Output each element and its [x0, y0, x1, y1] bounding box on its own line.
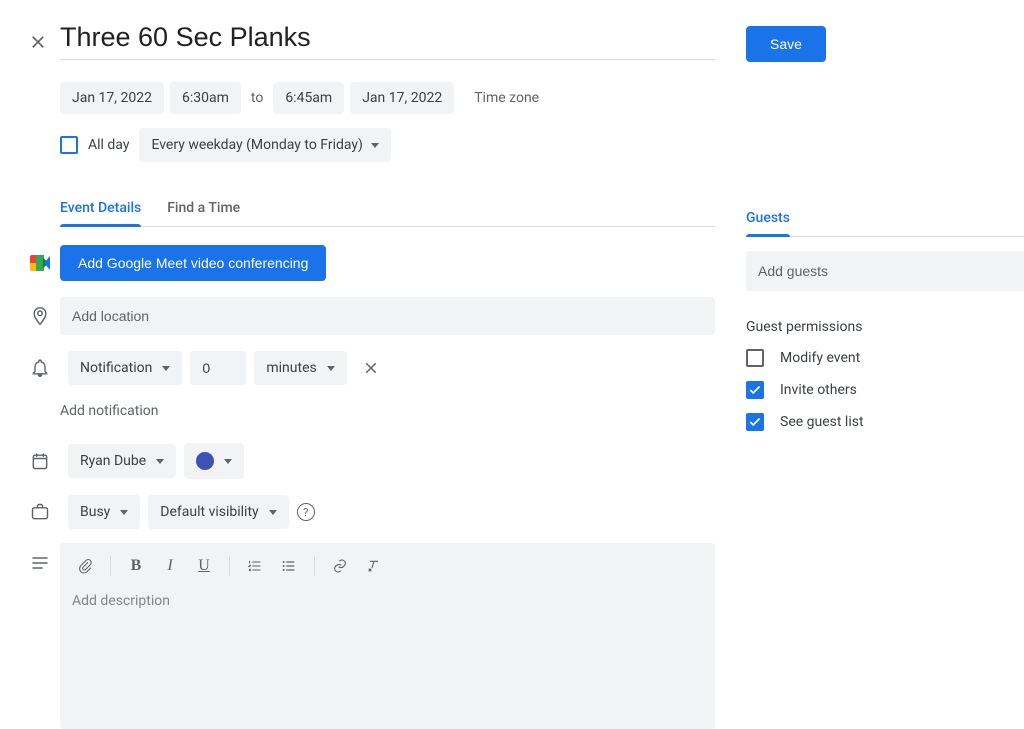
check-icon: [748, 415, 762, 429]
attach-button[interactable]: [70, 551, 100, 581]
chevron-down-icon: [120, 510, 128, 515]
separator: [314, 556, 315, 576]
calendar-owner-value: Ryan Dube: [80, 453, 146, 469]
briefcase-icon: [30, 502, 50, 522]
location-input[interactable]: [60, 297, 715, 335]
notification-unit-select[interactable]: minutes: [254, 351, 346, 385]
timezone-link[interactable]: Time zone: [474, 90, 539, 106]
paperclip-icon: [77, 558, 93, 574]
tab-event-details[interactable]: Event Details: [60, 200, 141, 226]
chevron-down-icon: [269, 510, 277, 515]
recurrence-select[interactable]: Every weekday (Monday to Friday): [139, 128, 390, 162]
see-guest-list-label: See guest list: [780, 414, 864, 430]
modify-event-label: Modify event: [780, 350, 860, 366]
google-meet-icon: [30, 255, 50, 271]
see-guest-list-checkbox[interactable]: [746, 413, 764, 431]
text-lines-icon: [30, 553, 50, 573]
check-icon: [748, 383, 762, 397]
notification-value-input[interactable]: [190, 351, 246, 385]
chevron-down-icon: [327, 366, 335, 371]
recurrence-value: Every weekday (Monday to Friday): [151, 137, 362, 153]
start-time-chip[interactable]: 6:30am: [170, 82, 241, 114]
to-label: to: [247, 90, 267, 106]
separator: [110, 556, 111, 576]
close-icon: [362, 359, 380, 377]
event-title-input[interactable]: [60, 20, 715, 60]
start-date-chip[interactable]: Jan 17, 2022: [60, 82, 164, 114]
availability-select[interactable]: Busy: [68, 495, 140, 529]
add-meet-button[interactable]: Add Google Meet video conferencing: [60, 245, 326, 281]
description-toolbar: B I U: [60, 543, 715, 589]
bullet-list-button[interactable]: [274, 551, 304, 581]
list-ordered-icon: [247, 558, 263, 574]
event-color-select[interactable]: [184, 443, 244, 479]
close-icon: [28, 32, 48, 52]
tab-guests[interactable]: Guests: [746, 210, 790, 236]
numbered-list-button[interactable]: [240, 551, 270, 581]
color-dot-icon: [196, 452, 214, 470]
invite-others-label: Invite others: [780, 382, 857, 398]
underline-button[interactable]: U: [189, 551, 219, 581]
visibility-select[interactable]: Default visibility: [148, 495, 288, 529]
calendar-owner-select[interactable]: Ryan Dube: [68, 444, 176, 478]
allday-label: All day: [88, 137, 129, 153]
description-input[interactable]: Add description: [60, 589, 715, 729]
add-guests-input[interactable]: [746, 251, 1024, 291]
bold-button[interactable]: B: [121, 551, 151, 581]
notification-unit-value: minutes: [266, 360, 316, 376]
link-button[interactable]: [325, 551, 355, 581]
notification-type-select[interactable]: Notification: [68, 351, 182, 385]
clear-format-button[interactable]: [359, 551, 389, 581]
save-button[interactable]: Save: [746, 26, 826, 62]
end-time-chip[interactable]: 6:45am: [273, 82, 344, 114]
notification-type-value: Notification: [80, 360, 152, 376]
location-pin-icon: [30, 306, 50, 326]
chevron-down-icon: [162, 366, 170, 371]
calendar-icon: [30, 451, 50, 471]
link-icon: [332, 558, 348, 574]
remove-notification-button[interactable]: [355, 352, 387, 384]
invite-others-checkbox[interactable]: [746, 381, 764, 399]
clear-format-icon: [366, 558, 382, 574]
add-notification-link[interactable]: Add notification: [60, 403, 720, 419]
visibility-value: Default visibility: [160, 504, 258, 520]
close-button[interactable]: [20, 24, 56, 60]
list-bullet-icon: [281, 558, 297, 574]
availability-value: Busy: [80, 504, 110, 520]
bell-icon: [30, 358, 50, 378]
chevron-down-icon: [224, 459, 232, 464]
modify-event-checkbox[interactable]: [746, 349, 764, 367]
italic-button[interactable]: I: [155, 551, 185, 581]
tab-find-a-time[interactable]: Find a Time: [167, 200, 240, 226]
allday-checkbox[interactable]: [60, 136, 78, 154]
chevron-down-icon: [156, 459, 164, 464]
chevron-down-icon: [371, 143, 379, 148]
separator: [229, 556, 230, 576]
visibility-help-icon[interactable]: ?: [297, 503, 315, 521]
end-date-chip[interactable]: Jan 17, 2022: [350, 82, 454, 114]
guest-permissions-title: Guest permissions: [746, 319, 1024, 335]
